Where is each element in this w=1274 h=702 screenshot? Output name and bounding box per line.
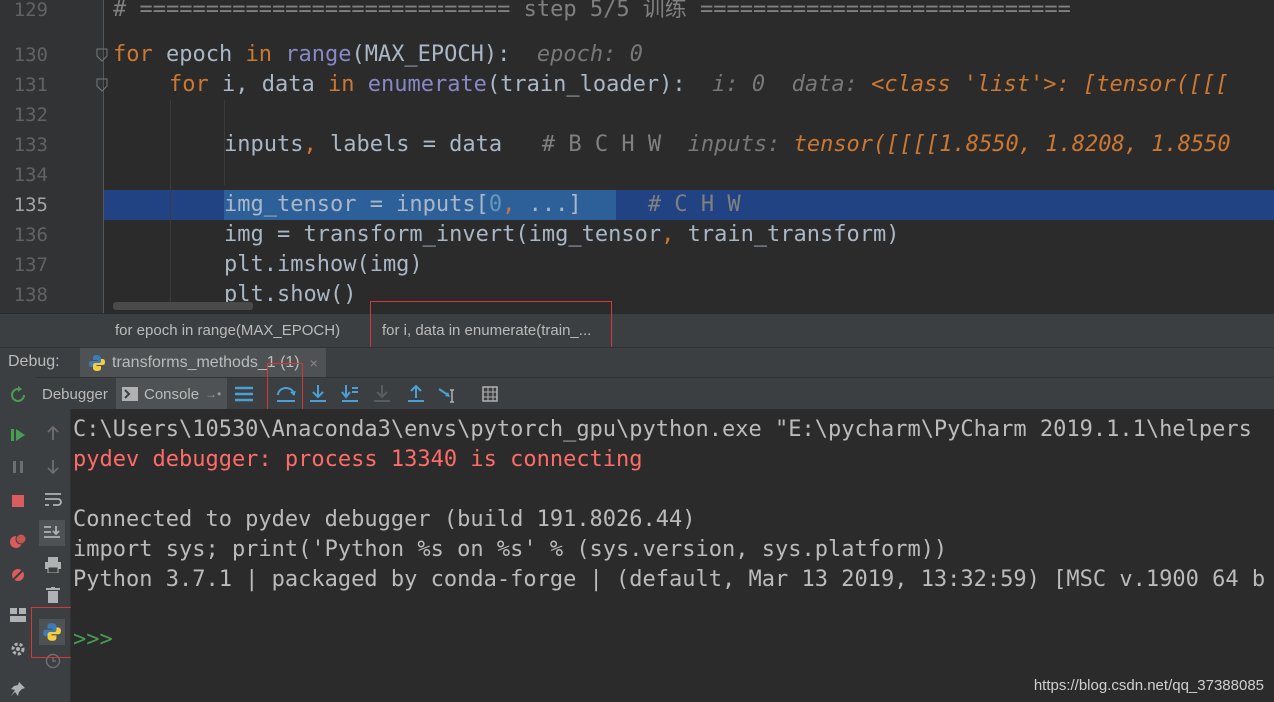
fold-marker-icon[interactable] — [96, 78, 108, 92]
console-line: import sys; print('Python %s on %s' % (s… — [73, 537, 948, 562]
force-step-into-icon[interactable] — [372, 384, 392, 404]
code-editor[interactable]: 129 # ============================ step … — [0, 0, 1274, 313]
settings-gear-icon[interactable] — [8, 639, 28, 659]
console-prompt[interactable]: >>> — [73, 625, 113, 655]
code-line-137[interactable]: 137 plt.imshow(img) — [0, 250, 1274, 280]
inline-debug-value: i: 0 — [685, 72, 766, 97]
inline-debug-value: <class 'list'>: [tensor([[[ — [871, 72, 1229, 97]
code-text: for epoch in range(MAX_EPOCH): epoch: 0 — [113, 42, 643, 67]
tab-console[interactable]: Console →• — [116, 378, 228, 410]
close-icon[interactable]: × — [310, 355, 318, 371]
line-number: 129 — [13, 0, 48, 21]
watermark: https://blog.csdn.net/qq_37388085 — [1033, 677, 1264, 694]
line-number: 132 — [13, 104, 48, 126]
view-breakpoints-icon[interactable] — [8, 531, 28, 551]
console-line-error: pydev debugger: process 13340 is connect… — [73, 447, 643, 472]
tab-debugger[interactable]: Debugger — [36, 378, 114, 410]
tab-console-label: Console — [144, 385, 200, 403]
debug-tool-window-header: Debug: transforms_methods_1 (1) × — [0, 347, 1274, 378]
scroll-up-icon[interactable] — [43, 423, 63, 443]
soft-wrap-icon[interactable] — [43, 489, 63, 509]
print-icon[interactable] — [43, 555, 63, 575]
scroll-to-end-icon[interactable] — [39, 520, 65, 546]
console-side-toolbar — [36, 409, 71, 702]
inline-debug-value: tensor([[[[1.8550, 1.8208, 1.8550 — [793, 132, 1231, 157]
line-number: 138 — [13, 284, 48, 306]
fold-marker-icon[interactable] — [96, 48, 108, 62]
trash-icon[interactable] — [43, 585, 63, 605]
run-to-cursor-icon[interactable] — [438, 384, 458, 404]
code-text: inputs, labels = data # B C H W inputs: … — [224, 132, 1231, 157]
breadcrumb: for epoch in range(MAX_EPOCH) for i, dat… — [0, 313, 1274, 348]
pin-icon[interactable] — [8, 679, 28, 699]
code-line-130[interactable]: 130 for epoch in range(MAX_EPOCH): epoch… — [0, 40, 1274, 70]
evaluate-expression-icon[interactable] — [480, 384, 500, 404]
highlight-box — [370, 301, 612, 352]
code-line-136[interactable]: 136 img = transform_invert(img_tensor, t… — [0, 220, 1274, 250]
code-line-134[interactable]: 134 — [0, 160, 1274, 190]
tab-debugger-label: Debugger — [42, 385, 108, 403]
code-text: img = transform_invert(img_tensor, train… — [224, 222, 900, 247]
step-into-my-code-icon[interactable] — [340, 384, 360, 404]
line-number: 131 — [13, 74, 48, 96]
step-into-icon[interactable] — [308, 384, 328, 404]
code-line-131[interactable]: 131 for i, data in enumerate(train_loade… — [0, 70, 1274, 100]
line-number: 133 — [13, 134, 48, 156]
scroll-down-icon[interactable] — [43, 457, 63, 477]
line-number: 134 — [13, 164, 48, 186]
breadcrumb-item-epoch-loop[interactable]: for epoch in range(MAX_EPOCH) — [115, 322, 340, 339]
console-output[interactable]: C:\Users\10530\Anaconda3\envs\pytorch_gp… — [71, 409, 1274, 702]
inline-debug-label: inputs: — [661, 132, 794, 157]
horizontal-scrollbar[interactable] — [113, 302, 253, 310]
console-line: C:\Users\10530\Anaconda3\envs\pytorch_gp… — [73, 417, 1252, 442]
code-text: plt.imshow(img) — [224, 252, 423, 277]
code-text: for i, data in enumerate(train_loader): … — [169, 72, 1229, 97]
code-line-133[interactable]: 133 inputs, labels = data # B C H W inpu… — [0, 130, 1274, 160]
python-icon — [89, 355, 105, 371]
code-line-132[interactable]: 132 — [0, 100, 1274, 130]
inline-debug-label: data: — [765, 72, 872, 97]
rerun-icon[interactable] — [8, 385, 28, 405]
line-number: 137 — [13, 254, 48, 276]
mute-breakpoints-icon[interactable] — [8, 565, 28, 585]
resume-icon[interactable] — [8, 425, 28, 445]
console-icon — [122, 387, 138, 401]
stop-icon[interactable] — [8, 491, 28, 511]
code-line-135-current[interactable]: 135 img_tensor = inputs[0, ...] # C H W — [0, 190, 1274, 220]
layout-icon[interactable] — [8, 605, 28, 625]
console-line: Python 3.7.1 | packaged by conda-forge |… — [73, 567, 1266, 592]
restore-layout-icon[interactable]: →• — [205, 387, 221, 401]
pause-icon[interactable] — [8, 457, 28, 477]
line-number: 130 — [13, 44, 48, 66]
console-line: Connected to pydev debugger (build 191.8… — [73, 507, 696, 532]
code-text: img_tensor = inputs[0, ...] # C H W — [224, 192, 741, 217]
show-execution-point-icon[interactable] — [234, 384, 254, 404]
debugger-toolbar: Debugger Console →• — [36, 377, 1274, 411]
line-number: 135 — [13, 194, 48, 216]
step-out-icon[interactable] — [406, 384, 426, 404]
inline-debug-value: epoch: 0 — [510, 42, 643, 67]
line-number: 136 — [13, 224, 48, 246]
debug-label: Debug: — [8, 353, 60, 370]
code-line-129[interactable]: 129 # ============================ step … — [0, 0, 1274, 25]
code-text: # ============================ step 5/5 … — [113, 0, 1071, 22]
